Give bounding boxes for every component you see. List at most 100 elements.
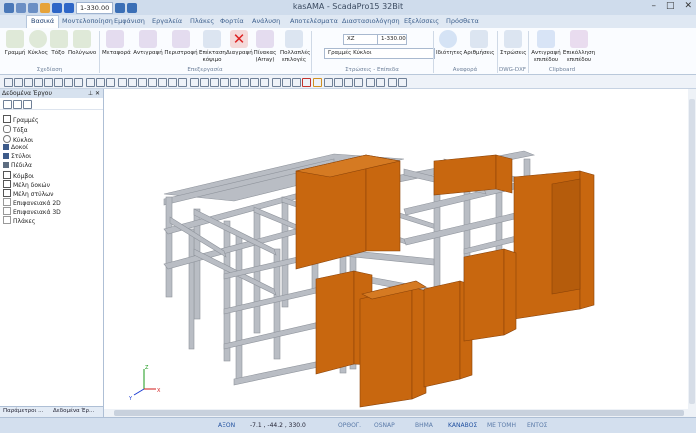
tree-item-surface-2d[interactable]: Επιφανειακά 2D: [3, 198, 61, 207]
line-button[interactable]: Γραμμή: [3, 30, 27, 57]
tool-dim2-icon[interactable]: [128, 78, 137, 87]
status-inside[interactable]: ΕΝΤΟΣ: [527, 422, 547, 429]
plane-select[interactable]: XZ: [343, 34, 378, 45]
tool-render-icon[interactable]: [260, 78, 269, 87]
tool-wire-icon[interactable]: [354, 78, 363, 87]
circle-button[interactable]: Κύκλος: [27, 30, 49, 57]
tab-project-data[interactable]: Δεδομένα Έρ...: [53, 408, 94, 414]
tool-zoom-out-icon[interactable]: [200, 78, 209, 87]
tab-design[interactable]: Διαστασιολόγηση: [342, 17, 400, 25]
tool-window-icon[interactable]: [324, 78, 333, 87]
paste-level-button[interactable]: Επικόλληση επιπέδου: [562, 30, 596, 63]
multiple-select-button[interactable]: Πολλαπλές επιλογές: [280, 30, 310, 63]
horizontal-scroll-thumb[interactable]: [114, 410, 684, 416]
horizontal-scrollbar[interactable]: [104, 409, 688, 417]
tool-layer-icon[interactable]: [178, 78, 187, 87]
status-osnap[interactable]: OSNAP: [374, 422, 395, 429]
tool-polyline-icon[interactable]: [14, 78, 23, 87]
tree-item-arcs[interactable]: Τόξα: [3, 125, 28, 134]
tool-cross-icon[interactable]: [74, 78, 83, 87]
tree-item-circles[interactable]: Κύκλοι: [3, 135, 33, 144]
maximize-button[interactable]: □: [666, 1, 675, 11]
tab-results[interactable]: Αποτελέσματα: [290, 17, 338, 25]
vertical-scrollbar[interactable]: [688, 89, 696, 417]
tool-pencil-icon[interactable]: [106, 78, 115, 87]
tool-text-icon[interactable]: [158, 78, 167, 87]
tool-zoom-in-icon[interactable]: [190, 78, 199, 87]
tool-undo2-icon[interactable]: [366, 78, 375, 87]
level-select[interactable]: 1-330.00: [377, 34, 407, 45]
tool-pan-icon[interactable]: [230, 78, 239, 87]
tool-orbit-icon[interactable]: [240, 78, 249, 87]
tool-circle-icon[interactable]: [34, 78, 43, 87]
numbering-button[interactable]: Αριθμήσεις: [462, 30, 496, 57]
copy-button[interactable]: Αντιγραφή: [131, 30, 165, 57]
tool-select-icon[interactable]: [313, 78, 322, 87]
tool-redo2-icon[interactable]: [376, 78, 385, 87]
tab-extensions[interactable]: Εξελίσσεις: [404, 17, 439, 25]
tool-snap-icon[interactable]: [54, 78, 63, 87]
panel-close-button[interactable]: ⊥ ✕: [88, 89, 100, 98]
color-icon[interactable]: [23, 100, 32, 109]
tool-zoom-window-icon[interactable]: [210, 78, 219, 87]
tool-measure-icon[interactable]: [86, 78, 95, 87]
tool-3d-icon[interactable]: [334, 78, 343, 87]
tool-arc-icon[interactable]: [24, 78, 33, 87]
tab-basic[interactable]: Βασικά: [26, 15, 60, 29]
tool-dim1-icon[interactable]: [118, 78, 127, 87]
tree-item-columns[interactable]: Στύλοι: [3, 153, 31, 160]
properties-button[interactable]: Ιδιότητες: [436, 30, 463, 57]
tool-section-icon[interactable]: [344, 78, 353, 87]
vertical-scroll-thumb[interactable]: [689, 99, 695, 404]
tool-close-icon[interactable]: [302, 78, 311, 87]
tab-tools[interactable]: Εργαλεία: [152, 17, 182, 25]
arc-button[interactable]: Τόξο: [50, 30, 68, 57]
tool-zoom-all-icon[interactable]: [220, 78, 229, 87]
tab-view[interactable]: Εμφάνιση: [114, 17, 145, 25]
tree-item-surface-3d[interactable]: Επιφανειακά 3D: [3, 207, 61, 216]
tool-dim4-icon[interactable]: [148, 78, 157, 87]
close-icon[interactable]: ✕: [95, 90, 100, 97]
tool-line-icon[interactable]: [4, 78, 13, 87]
tool-refresh-icon[interactable]: [292, 78, 301, 87]
delete-button[interactable]: ✕ Διαγραφή: [226, 30, 253, 57]
tool-node-icon[interactable]: [44, 78, 53, 87]
tab-slabs[interactable]: Πλάκες: [190, 17, 214, 25]
rotate-button[interactable]: Περιστροφή: [164, 30, 198, 57]
tree-item-lines[interactable]: Γραμμές: [3, 115, 39, 124]
tab-analysis[interactable]: Ανάλυση: [252, 17, 280, 25]
status-step[interactable]: ΒΗΜΑ: [415, 422, 433, 429]
tool-view-icon[interactable]: [250, 78, 259, 87]
tab-modeling[interactable]: Μοντελοποίηση: [62, 17, 113, 25]
filter-icon[interactable]: [3, 100, 12, 109]
tool-undo-icon[interactable]: [272, 78, 281, 87]
extend-button[interactable]: Επέκταση κόψιμο: [199, 30, 226, 63]
tree-item-slabs[interactable]: Πλάκες: [3, 216, 35, 225]
tab-loads[interactable]: Φορτία: [220, 17, 244, 25]
tab-parameters[interactable]: Παράμετροι ...: [3, 408, 43, 414]
minimize-button[interactable]: –: [651, 1, 656, 11]
tool-delete-icon[interactable]: [398, 78, 407, 87]
model-viewport[interactable]: Z X Y: [104, 89, 688, 409]
status-grid[interactable]: ΚΑΝΑΒΟΣ: [448, 422, 477, 429]
tool-hatch-icon[interactable]: [168, 78, 177, 87]
layer-select[interactable]: Γραμμές Κύκλοι: [324, 48, 435, 59]
tool-angle-icon[interactable]: [96, 78, 105, 87]
expand-icon[interactable]: [13, 100, 22, 109]
status-ortho[interactable]: ΟΡΘΟΓ.: [338, 422, 361, 429]
tree-item-beams[interactable]: Δοκοί: [3, 144, 28, 151]
copy-level-button[interactable]: Αντιγραφή επιπέδου: [530, 30, 562, 63]
tool-paint-icon[interactable]: [388, 78, 397, 87]
tree-item-column-members[interactable]: Μέλη στύλων: [3, 189, 54, 198]
tab-addons[interactable]: Πρόσθετα: [446, 17, 479, 25]
pin-icon[interactable]: ⊥: [88, 90, 93, 97]
status-section[interactable]: ΜΕ ΤΟΜΗ: [487, 422, 516, 429]
tree-item-footings[interactable]: Πέδιλα: [3, 162, 32, 169]
tool-grid-icon[interactable]: [64, 78, 73, 87]
tool-redo-icon[interactable]: [282, 78, 291, 87]
move-button[interactable]: Μεταφορά: [102, 30, 131, 57]
status-axis[interactable]: ΑΞΟΝ: [218, 422, 235, 429]
polygon-button[interactable]: Πολύγωνο: [68, 30, 96, 57]
layers-button[interactable]: Στρώσεις: [500, 30, 526, 57]
tree-item-nodes[interactable]: Κόμβοι: [3, 171, 34, 180]
